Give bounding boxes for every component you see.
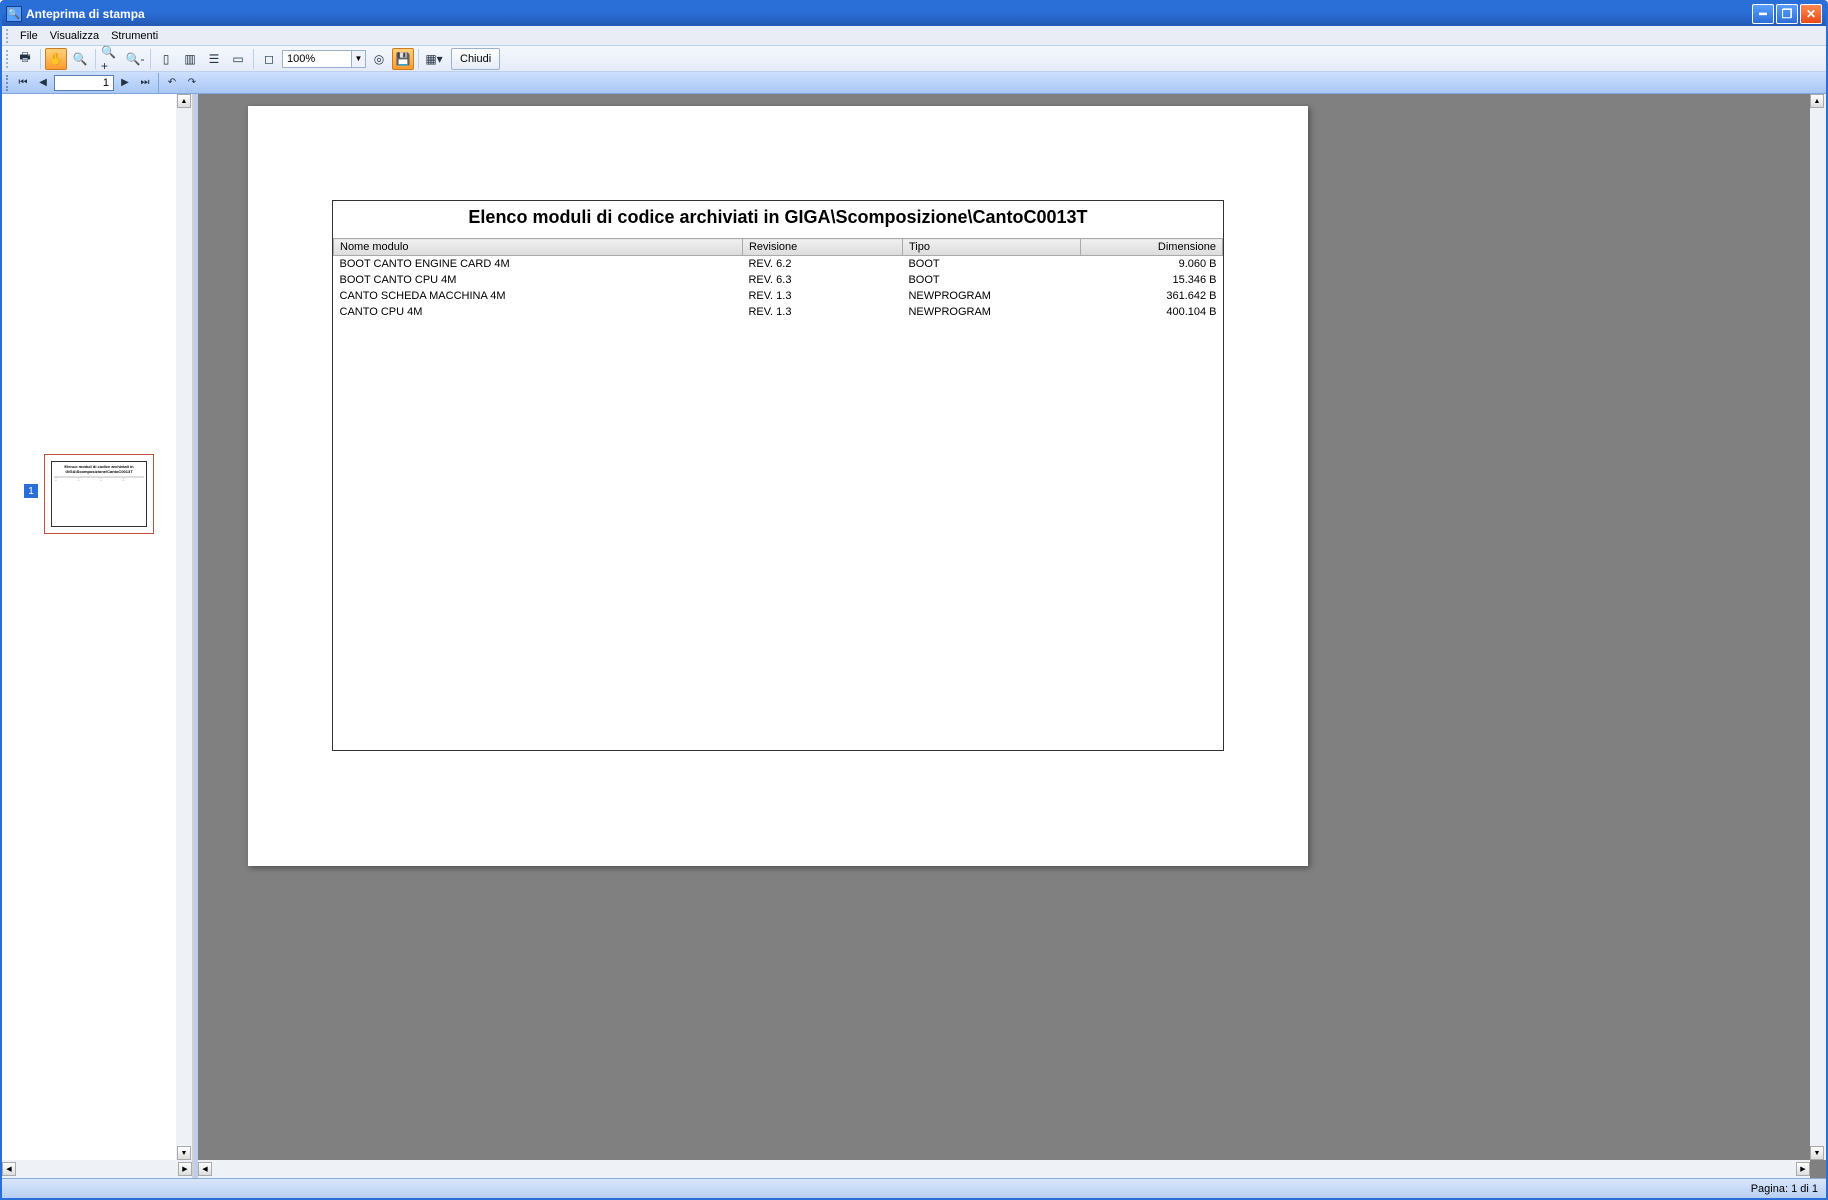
maximize-button[interactable]: ❐ bbox=[1776, 4, 1798, 24]
toolbar-close-button[interactable]: Chiudi bbox=[451, 48, 500, 70]
title-bar: 🔍 Anteprima di stampa ━ ❐ ✕ bbox=[2, 2, 1826, 26]
grid-options-button[interactable]: ▦▾ bbox=[423, 48, 445, 70]
cell-name: CANTO CPU 4M bbox=[334, 304, 743, 320]
cell-name: BOOT CANTO CPU 4M bbox=[334, 272, 743, 288]
menu-tools[interactable]: Strumenti bbox=[105, 28, 164, 44]
nav-forward-button[interactable]: ↷ bbox=[183, 74, 201, 92]
nav-back-button[interactable]: ↶ bbox=[163, 74, 181, 92]
hand-tool-button[interactable]: ✋ bbox=[45, 48, 67, 70]
cell-rev: REV. 6.3 bbox=[742, 272, 902, 288]
page-status: Pagina: 1 di 1 bbox=[1751, 1183, 1818, 1195]
page-nav-bar: ⏮ ◀ ▶ ⏭ ↶ ↷ bbox=[2, 72, 1826, 94]
toolbar-grip[interactable] bbox=[6, 50, 10, 68]
thumbnail-1[interactable]: Elenco moduli di codice archiviati in GI… bbox=[44, 454, 154, 534]
zoom-input[interactable] bbox=[282, 50, 352, 68]
report-table: Nome modulo Revisione Tipo Dimensione BO… bbox=[333, 238, 1223, 320]
cell-name: BOOT CANTO ENGINE CARD 4M bbox=[334, 256, 743, 273]
page-number-input[interactable] bbox=[54, 75, 114, 91]
cell-type: BOOT bbox=[902, 272, 1080, 288]
close-label: Chiudi bbox=[460, 53, 491, 65]
cell-type: NEWPROGRAM bbox=[902, 304, 1080, 320]
menu-file[interactable]: File bbox=[14, 28, 44, 44]
menubar-grip[interactable] bbox=[6, 29, 10, 43]
table-row: BOOT CANTO CPU 4M REV. 6.3 BOOT 15.346 B bbox=[334, 272, 1223, 288]
col-size: Dimensione bbox=[1080, 239, 1222, 256]
zoom-tool-button[interactable]: 🔍 bbox=[69, 48, 91, 70]
scroll-left-icon[interactable]: ◀ bbox=[2, 1162, 16, 1176]
app-icon: 🔍 bbox=[6, 6, 22, 22]
prev-page-button[interactable]: ◀ bbox=[34, 74, 52, 92]
first-page-button[interactable]: ⏮ bbox=[14, 74, 32, 92]
menu-view[interactable]: Visualizza bbox=[44, 28, 105, 44]
report-frame: Elenco moduli di codice archiviati in GI… bbox=[332, 200, 1224, 751]
scroll-down-icon[interactable]: ▼ bbox=[1810, 1146, 1824, 1160]
body: 1 Elenco moduli di codice archiviati in … bbox=[2, 94, 1826, 1178]
zoom-out-button[interactable]: 🔍- bbox=[124, 48, 146, 70]
table-row: CANTO SCHEDA MACCHINA 4M REV. 1.3 NEWPRO… bbox=[334, 288, 1223, 304]
thumbnail-1-label: 1 bbox=[24, 484, 38, 498]
scroll-right-icon[interactable]: ▶ bbox=[1796, 1162, 1810, 1176]
zoom-in-button[interactable]: 🔍+ bbox=[100, 48, 122, 70]
table-row: BOOT CANTO ENGINE CARD 4M REV. 6.2 BOOT … bbox=[334, 256, 1223, 273]
continuous-button[interactable]: ☰ bbox=[203, 48, 225, 70]
cell-type: NEWPROGRAM bbox=[902, 288, 1080, 304]
zoom-dropdown-icon[interactable]: ▼ bbox=[352, 50, 366, 68]
thumbnails-panel: 1 Elenco moduli di codice archiviati in … bbox=[2, 94, 194, 1178]
scroll-up-icon[interactable]: ▲ bbox=[1810, 94, 1824, 108]
thumbnail-1-preview: Elenco moduli di codice archiviati in GI… bbox=[51, 461, 147, 527]
table-header-row: Nome modulo Revisione Tipo Dimensione bbox=[334, 239, 1223, 256]
toolbar: 🖶 ✋ 🔍 🔍+ 🔍- ▯ ▥ ☰ ▭ ◻ ▼ ◎ 💾 ▦▾ Chiudi bbox=[2, 46, 1826, 72]
facing-button[interactable]: ▭ bbox=[227, 48, 249, 70]
multi-page-button[interactable]: ▥ bbox=[179, 48, 201, 70]
col-name: Nome modulo bbox=[334, 239, 743, 256]
table-row: CANTO CPU 4M REV. 1.3 NEWPROGRAM 400.104… bbox=[334, 304, 1223, 320]
cell-rev: REV. 1.3 bbox=[742, 304, 902, 320]
fit-page-button[interactable]: ◻ bbox=[258, 48, 280, 70]
thumbnails-vscrollbar[interactable]: ▲ ▼ bbox=[176, 94, 192, 1160]
thumbnails-area: 1 Elenco moduli di codice archiviati in … bbox=[2, 94, 176, 1178]
last-page-button[interactable]: ⏭ bbox=[136, 74, 154, 92]
cell-size: 361.642 B bbox=[1080, 288, 1222, 304]
preview-hscrollbar[interactable]: ◀ ▶ bbox=[198, 1160, 1810, 1178]
save-button[interactable]: 💾 bbox=[392, 48, 414, 70]
cell-size: 400.104 B bbox=[1080, 304, 1222, 320]
zoom-combo[interactable]: ▼ bbox=[282, 50, 366, 68]
cell-rev: REV. 1.3 bbox=[742, 288, 902, 304]
cell-size: 15.346 B bbox=[1080, 272, 1222, 288]
menu-bar: File Visualizza Strumenti bbox=[2, 26, 1826, 46]
print-button[interactable]: 🖶 bbox=[14, 48, 36, 70]
window-title: Anteprima di stampa bbox=[26, 7, 145, 21]
preview-panel: Elenco moduli di codice archiviati in GI… bbox=[198, 94, 1826, 1178]
status-bar: Pagina: 1 di 1 bbox=[2, 1178, 1826, 1198]
next-page-button[interactable]: ▶ bbox=[116, 74, 134, 92]
cell-rev: REV. 6.2 bbox=[742, 256, 902, 273]
scroll-up-icon[interactable]: ▲ bbox=[177, 94, 191, 108]
minimize-button[interactable]: ━ bbox=[1752, 4, 1774, 24]
preview-vscrollbar[interactable]: ▲ ▼ bbox=[1810, 94, 1826, 1160]
col-rev: Revisione bbox=[742, 239, 902, 256]
scroll-down-icon[interactable]: ▼ bbox=[177, 1146, 191, 1160]
zoom-apply-button[interactable]: ◎ bbox=[368, 48, 390, 70]
app-window: 🔍 Anteprima di stampa ━ ❐ ✕ File Visuali… bbox=[0, 0, 1828, 1200]
cell-type: BOOT bbox=[902, 256, 1080, 273]
cell-name: CANTO SCHEDA MACCHINA 4M bbox=[334, 288, 743, 304]
single-page-button[interactable]: ▯ bbox=[155, 48, 177, 70]
scroll-left-icon[interactable]: ◀ bbox=[198, 1162, 212, 1176]
report-title: Elenco moduli di codice archiviati in GI… bbox=[333, 201, 1223, 238]
cell-size: 9.060 B bbox=[1080, 256, 1222, 273]
page-1[interactable]: Elenco moduli di codice archiviati in GI… bbox=[248, 106, 1308, 866]
col-type: Tipo bbox=[902, 239, 1080, 256]
thumbnails-hscrollbar[interactable]: ◀ ▶ bbox=[2, 1160, 192, 1178]
scroll-right-icon[interactable]: ▶ bbox=[178, 1162, 192, 1176]
navbar-grip[interactable] bbox=[6, 75, 10, 91]
window-close-button[interactable]: ✕ bbox=[1800, 4, 1822, 24]
